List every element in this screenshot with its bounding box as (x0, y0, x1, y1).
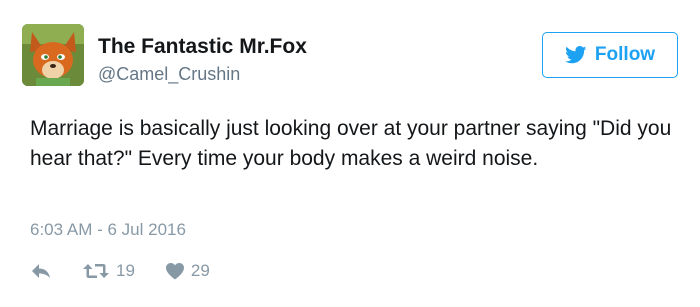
avatar[interactable] (22, 24, 84, 86)
tweet-text: Marriage is basically just looking over … (30, 117, 672, 170)
like-count: 29 (190, 261, 210, 280)
retweet-icon (83, 264, 109, 278)
like-button[interactable]: 29 (165, 261, 210, 281)
tweet-card: The Fantastic Mr.Fox @Camel_Crushin Foll… (0, 0, 700, 307)
reply-button[interactable] (30, 262, 52, 280)
retweet-count: 19 (116, 261, 135, 280)
reply-icon (32, 264, 50, 278)
tweet-timestamp[interactable]: 6:03 AM - 6 Jul 2016 (30, 219, 186, 241)
tweet-actions: 19 29 (30, 258, 210, 284)
follow-button[interactable]: Follow (542, 32, 678, 78)
fox-avatar-icon (22, 24, 84, 86)
twitter-bird-icon (565, 46, 587, 64)
user-names: The Fantastic Mr.Fox @Camel_Crushin (98, 34, 307, 86)
display-name[interactable]: The Fantastic Mr.Fox (98, 34, 307, 60)
follow-label: Follow (594, 44, 656, 65)
user-handle[interactable]: @Camel_Crushin (98, 62, 307, 86)
heart-icon (165, 263, 184, 280)
tweet-header: The Fantastic Mr.Fox @Camel_Crushin Foll… (22, 24, 678, 94)
retweet-button[interactable]: 19 (82, 261, 135, 281)
